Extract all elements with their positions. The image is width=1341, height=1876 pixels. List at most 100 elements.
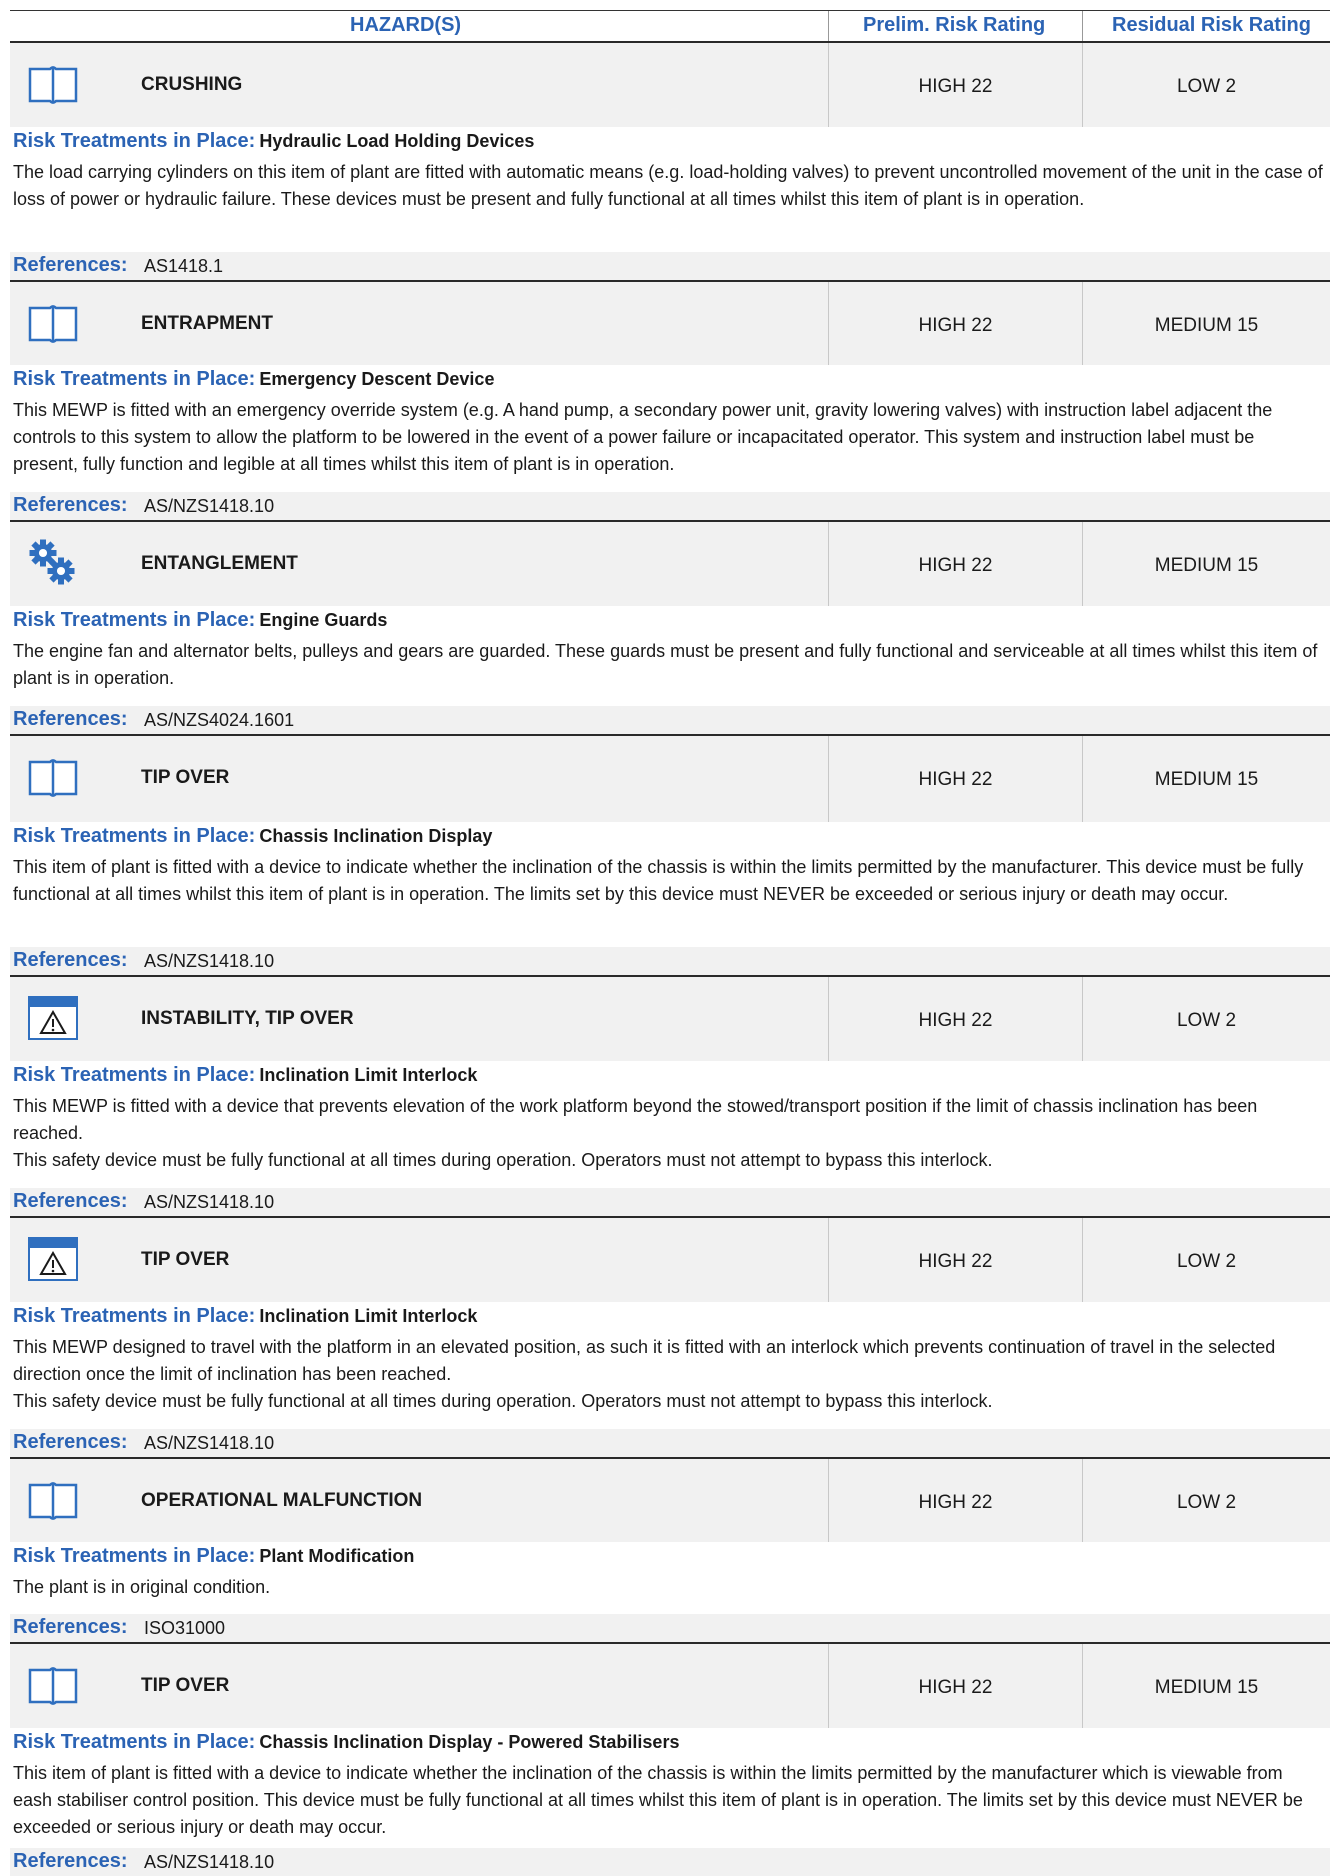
residual-risk-rating: LOW 2 [1176,1492,1237,1513]
hazard-block: TIP OVER HIGH 22 MEDIUM 15 Risk Treatments … [10,734,1330,975]
treatment-description: The plant is in original condition. [13,1574,1323,1601]
references-row: References: AS1418.1 [10,252,1330,280]
residual-risk-rating: MEDIUM 15 [1154,315,1259,336]
treatment-description: This item of plant is fitted with a devi… [13,1760,1323,1841]
hazard-name: INSTABILITY, TIP OVER [141,1008,354,1029]
treatment-description-paragraph: The plant is in original condition. [13,1577,271,1597]
references-row: References: AS/NZS1418.10 [10,1188,1330,1216]
treatment-description-paragraph: The load carrying cylinders on this item… [13,162,1323,209]
header-divider [828,11,829,41]
hazard-header-row: INSTABILITY, TIP OVER HIGH 22 LOW 2 [10,977,1330,1061]
treatment-description: The engine fan and alternator belts, pul… [13,638,1323,692]
risk-assessment-page: HAZARD(S) Prelim. Risk Rating Residual R… [0,0,1341,1876]
hazard-block: INSTABILITY, TIP OVER HIGH 22 LOW 2 Risk Tr… [10,975,1330,1216]
hazard-header-row: ENTANGLEMENT HIGH 22 MEDIUM 15 [10,522,1330,606]
risk-treatments-label: Risk Treatments in Place: [13,609,256,631]
risk-treatments-label: Risk Treatments in Place: [13,368,256,390]
hazard-body: Risk Treatments in Place: Plant Modificat… [10,1542,1330,1642]
hazard-body: Risk Treatments in Place: Engine Guards Th… [10,606,1330,734]
risk-treatment-line: Risk Treatments in Place: Hydraulic Load … [13,130,534,153]
hazard-name: TIP OVER [141,767,230,788]
hazard-header-row: TIP OVER HIGH 22 LOW 2 [10,1218,1330,1302]
references-label: References: [13,708,128,730]
risk-treatment-line: Risk Treatments in Place: Chassis Inclina… [13,825,492,848]
hazard-block: OPERATIONAL MALFUNCTION HIGH 22 LOW 2 Risk … [10,1457,1330,1642]
treatment-description-paragraph: This MEWP designed to travel with the pl… [13,1337,1276,1384]
manual-book-icon [26,750,80,804]
risk-treatments-label: Risk Treatments in Place: [13,1305,256,1327]
hazard-body: Risk Treatments in Place: Chassis Inclina… [10,1728,1330,1876]
treatment-description-paragraph: This safety device must be fully functio… [13,1391,993,1411]
hazard-name: ENTRAPMENT [141,313,273,334]
header-prelim-rating: Prelim. Risk Rating [863,14,1046,36]
references-label: References: [13,1431,128,1453]
references-label: References: [13,1850,128,1872]
treatment-description-paragraph: This MEWP is fitted with an emergency ov… [13,400,1273,474]
risk-treatment-line: Risk Treatments in Place: Inclination Lim… [13,1064,477,1087]
reference-value: AS/NZS1418.10 [144,496,275,516]
references-row: References: ISO31000 [10,1614,1330,1642]
risk-treatment-title: Engine Guards [259,610,388,630]
manual-book-icon [26,1473,80,1527]
residual-risk-rating: MEDIUM 15 [1154,769,1259,790]
reference-value: AS/NZS4024.1601 [144,710,295,730]
risk-treatment-title: Emergency Descent Device [259,369,495,389]
references-label: References: [13,1616,128,1638]
hazard-header-row: ENTRAPMENT HIGH 22 MEDIUM 15 [10,282,1330,365]
references-row: References: AS/NZS1418.10 [10,1848,1330,1876]
treatment-description: The load carrying cylinders on this item… [13,159,1323,213]
hazard-block: CRUSHING HIGH 22 LOW 2 Risk Treatments in P… [10,41,1330,280]
prelim-risk-rating: HIGH 22 [918,1010,993,1031]
hazard-name: CRUSHING [141,74,243,95]
references-label: References: [13,949,128,971]
prelim-risk-rating: HIGH 22 [918,1677,993,1698]
hazard-name: TIP OVER [141,1675,230,1696]
prelim-risk-rating: HIGH 22 [918,1251,993,1272]
hazard-body: Risk Treatments in Place: Inclination Lim… [10,1302,1330,1457]
treatment-description-paragraph: This safety device must be fully functio… [13,1150,993,1170]
hazard-body: Risk Treatments in Place: Hydraulic Load … [10,127,1330,280]
manual-book-icon [26,296,80,350]
risk-treatment-title: Inclination Limit Interlock [259,1306,478,1326]
references-row: References: AS/NZS1418.10 [10,1429,1330,1457]
risk-treatment-line: Risk Treatments in Place: Emergency Desce… [13,368,494,391]
hazard-body: Risk Treatments in Place: Chassis Inclina… [10,822,1330,975]
residual-risk-rating: MEDIUM 15 [1154,555,1259,576]
warning-sign-icon [26,991,80,1045]
header-divider [1082,11,1083,41]
risk-treatment-title: Plant Modification [259,1546,415,1566]
risk-treatment-line: Risk Treatments in Place: Chassis Inclina… [13,1731,679,1754]
risk-treatment-title: Inclination Limit Interlock [259,1065,478,1085]
residual-risk-rating: MEDIUM 15 [1154,1677,1259,1698]
gears-icon [26,536,80,590]
residual-risk-rating: LOW 2 [1176,76,1237,97]
reference-value: AS/NZS1418.10 [144,1433,275,1453]
hazard-body: Risk Treatments in Place: Emergency Desce… [10,365,1330,520]
risk-treatment-line: Risk Treatments in Place: Plant Modificat… [13,1545,414,1568]
prelim-risk-rating: HIGH 22 [918,555,993,576]
manual-book-icon [26,1658,80,1712]
manual-book-icon [26,57,80,111]
references-row: References: AS/NZS1418.10 [10,492,1330,520]
hazard-header-row: TIP OVER HIGH 22 MEDIUM 15 [10,1644,1330,1728]
reference-value: AS/NZS1418.10 [144,1192,275,1212]
residual-risk-rating: LOW 2 [1176,1010,1237,1031]
treatment-description-paragraph: This item of plant is fitted with a devi… [13,857,1304,904]
header-hazards: HAZARD(S) [350,14,462,36]
treatment-description-paragraph: This MEWP is fitted with a device that p… [13,1096,1258,1143]
references-row: References: AS/NZS4024.1601 [10,706,1330,734]
references-label: References: [13,254,128,276]
hazard-name: TIP OVER [141,1249,230,1270]
prelim-risk-rating: HIGH 22 [918,76,993,97]
reference-value: AS1418.1 [144,256,224,276]
risk-treatment-line: Risk Treatments in Place: Inclination Lim… [13,1305,477,1328]
hazard-header-row: OPERATIONAL MALFUNCTION HIGH 22 LOW 2 [10,1459,1330,1542]
risk-treatment-title: Chassis Inclination Display [259,826,493,846]
risk-treatment-line: Risk Treatments in Place: Engine Guards [13,609,387,632]
risk-treatments-label: Risk Treatments in Place: [13,825,256,847]
residual-risk-rating: LOW 2 [1176,1251,1237,1272]
references-row: References: AS/NZS1418.10 [10,947,1330,975]
reference-value: AS/NZS1418.10 [144,951,275,971]
prelim-risk-rating: HIGH 22 [918,769,993,790]
treatment-description-paragraph: The engine fan and alternator belts, pul… [13,641,1318,688]
